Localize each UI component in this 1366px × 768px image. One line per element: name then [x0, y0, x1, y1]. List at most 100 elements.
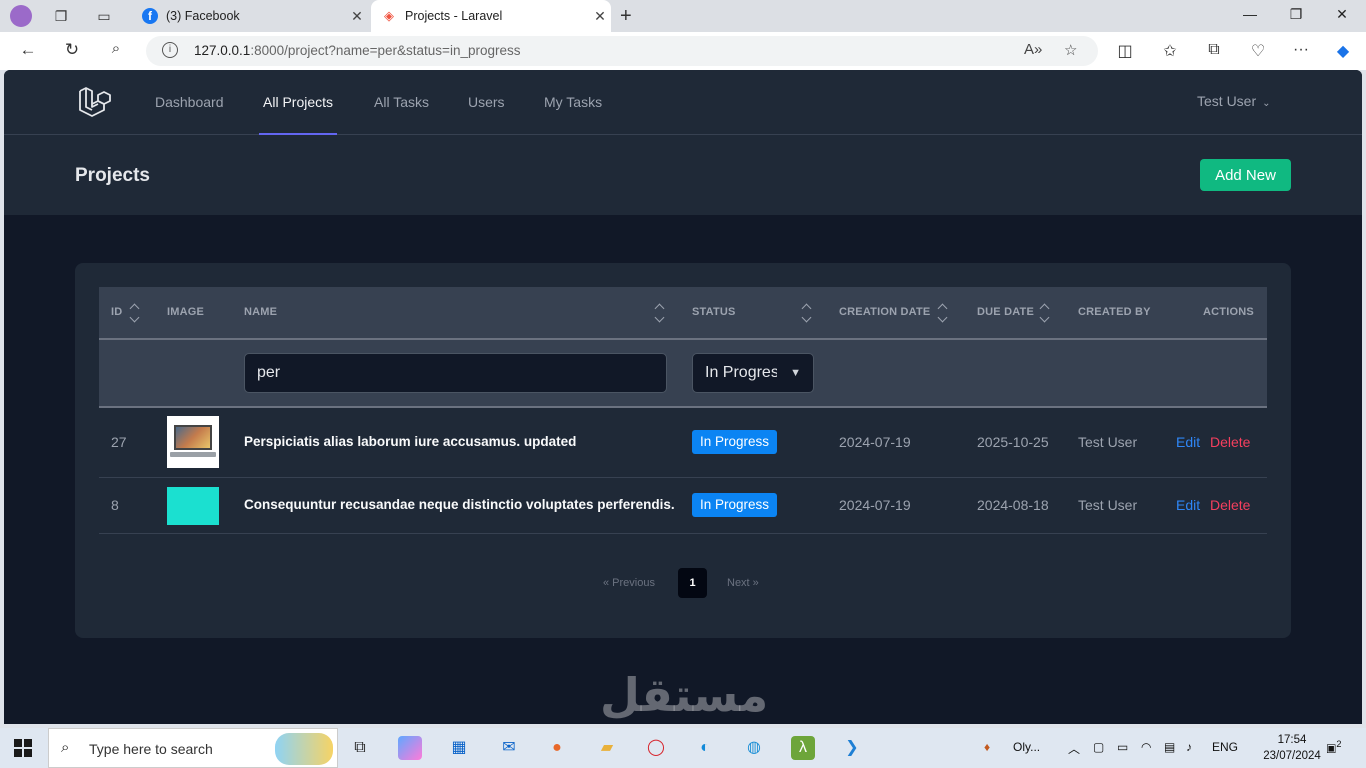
user-menu[interactable]: Test User ⌄ — [1197, 93, 1271, 109]
nav-users[interactable]: Users — [468, 94, 505, 110]
task-view-icon[interactable]: ⧉ — [348, 736, 372, 760]
wifi-icon[interactable]: ◠ — [1141, 740, 1151, 754]
read-aloud-icon[interactable]: A» — [1024, 41, 1042, 58]
top-navigation: Dashboard All Projects All Tasks Users M… — [4, 70, 1362, 135]
next-page-link[interactable]: Next » — [727, 577, 759, 589]
edit-link[interactable]: Edit — [1176, 434, 1200, 450]
status-badge: In Progress — [692, 430, 778, 454]
more-options-icon[interactable]: ··· — [1290, 41, 1312, 59]
meet-icon[interactable]: ▢ — [1093, 740, 1104, 754]
project-name-link[interactable]: Perspiciatis alias laborum iure accusamu… — [244, 434, 576, 449]
nav-my-tasks[interactable]: My Tasks — [544, 94, 602, 110]
nav-all-projects[interactable]: All Projects — [258, 94, 338, 135]
vscode-icon[interactable]: ❯ — [840, 736, 864, 760]
terminal-app-icon[interactable]: λ — [791, 736, 815, 760]
sort-icon[interactable] — [128, 302, 142, 324]
close-tab-icon[interactable]: ✕ — [346, 8, 368, 25]
page-header: Projects Add New — [4, 135, 1362, 215]
project-image — [167, 487, 219, 525]
edge-icon[interactable]: ◐ — [693, 736, 717, 760]
col-due-date[interactable]: DUE DATE — [977, 306, 1034, 318]
sort-icon[interactable] — [653, 302, 667, 324]
workspaces-icon[interactable]: ❐ — [52, 7, 70, 25]
clock-time: 17:54 — [1277, 734, 1307, 746]
name-filter-input[interactable] — [244, 353, 667, 393]
site-info-icon[interactable]: i — [162, 42, 178, 58]
status-filter-select[interactable]: In Progress ▼ — [692, 353, 814, 393]
projects-card: ID IMAGE NAME STATUS CREATION DATE DUE D… — [75, 263, 1291, 638]
copilot-icon[interactable]: ◆ — [1332, 41, 1354, 61]
previous-page-link[interactable]: « Previous — [603, 577, 655, 589]
app-tray-icon[interactable]: ♦ — [984, 740, 990, 754]
nav-all-tasks[interactable]: All Tasks — [374, 94, 429, 110]
chevron-down-icon: ▼ — [790, 367, 801, 379]
display-icon[interactable]: ▤ — [1164, 740, 1175, 754]
collections-icon[interactable]: ⧉ — [1203, 41, 1225, 59]
row-id: 8 — [111, 497, 119, 513]
back-icon[interactable]: ← — [16, 40, 40, 60]
row-id: 27 — [111, 434, 127, 450]
tray-app-label[interactable]: Oly... — [1013, 740, 1040, 754]
tab-title: (3) Facebook — [166, 9, 240, 23]
tab-projects[interactable]: ◈ Projects - Laravel ✕ — [371, 0, 611, 32]
delete-link[interactable]: Delete — [1210, 434, 1250, 450]
address-bar[interactable]: i 127.0.0.1:8000/project?name=per&status… — [146, 36, 1098, 66]
file-explorer-icon[interactable]: ▰ — [595, 736, 619, 760]
close-tab-icon[interactable]: ✕ — [589, 8, 611, 25]
browser-toolbar: ← ↻ ⌕ i 127.0.0.1:8000/project?name=per&… — [0, 32, 1366, 70]
add-new-button[interactable]: Add New — [1200, 159, 1291, 191]
copilot-taskbar-icon[interactable] — [398, 736, 422, 760]
col-id[interactable]: ID — [111, 306, 122, 318]
status-badge: In Progress — [692, 493, 778, 517]
windows-start-icon[interactable] — [14, 739, 32, 757]
battery-icon[interactable]: ▭ — [1117, 740, 1128, 754]
firefox-icon[interactable]: ● — [545, 736, 569, 760]
filter-row: In Progress ▼ — [99, 340, 1267, 408]
minimize-icon[interactable]: — — [1238, 6, 1262, 22]
restore-icon[interactable]: ❐ — [1284, 6, 1308, 23]
col-name[interactable]: NAME — [244, 306, 277, 318]
created-by: Test User — [1078, 497, 1138, 513]
chevron-up-icon[interactable]: ︿ — [1068, 740, 1080, 757]
search-placeholder: Type here to search — [89, 741, 213, 757]
refresh-icon[interactable]: ↻ — [60, 40, 84, 60]
sort-icon[interactable] — [1038, 302, 1052, 324]
app-viewport: Dashboard All Projects All Tasks Users M… — [4, 70, 1362, 724]
delete-link[interactable]: Delete — [1210, 497, 1250, 513]
favorite-star-icon[interactable]: ☆ — [1064, 41, 1077, 59]
table-row: 27 Perspiciatis alias laborum iure accus… — [99, 408, 1267, 478]
taskbar-search[interactable]: ⌕ Type here to search — [48, 728, 338, 768]
edit-link[interactable]: Edit — [1176, 497, 1200, 513]
notification-count: 2 — [1336, 739, 1342, 749]
col-creation-date[interactable]: CREATION DATE — [839, 306, 930, 318]
store-icon[interactable]: ▦ — [447, 736, 471, 760]
due-date: 2025-10-25 — [977, 434, 1049, 450]
clock[interactable]: 17:54 23/07/2024 — [1262, 732, 1322, 764]
favorites-icon[interactable]: ✩ — [1159, 41, 1181, 61]
creation-date: 2024-07-19 — [839, 497, 911, 513]
opera-icon[interactable]: ◯ — [644, 736, 668, 760]
volume-icon[interactable]: ♪ — [1186, 740, 1192, 754]
notifications-icon[interactable]: ▣2 — [1326, 739, 1342, 755]
search-icon[interactable]: ⌕ — [104, 40, 128, 57]
project-name-link[interactable]: Consequuntur recusandae neque distinctio… — [244, 497, 675, 512]
sort-icon[interactable] — [936, 302, 950, 324]
tab-actions-icon[interactable]: ▭ — [95, 7, 113, 25]
laravel-logo-icon[interactable] — [77, 85, 111, 119]
current-page-button[interactable]: 1 — [678, 568, 707, 598]
globe-icon[interactable]: ◍ — [742, 736, 766, 760]
browser-essentials-icon[interactable]: ♡ — [1247, 41, 1269, 61]
sort-icon[interactable] — [800, 302, 814, 324]
profile-avatar[interactable] — [10, 5, 32, 27]
mail-icon[interactable]: ✉ — [497, 736, 521, 760]
col-status[interactable]: STATUS — [692, 306, 736, 318]
facebook-icon: f — [142, 8, 158, 24]
close-window-icon[interactable]: ✕ — [1330, 6, 1354, 23]
language-indicator[interactable]: ENG — [1212, 740, 1238, 754]
new-tab-button[interactable]: + — [620, 5, 632, 28]
windows-taskbar: ⌕ Type here to search ⧉ ▦ ✉ ● ▰ ◯ ◐ ◍ λ … — [0, 728, 1366, 768]
tab-facebook[interactable]: f (3) Facebook ✕ — [132, 0, 368, 32]
nav-dashboard[interactable]: Dashboard — [155, 94, 224, 110]
chevron-down-icon: ⌄ — [1262, 98, 1271, 109]
split-screen-icon[interactable]: ◫ — [1114, 41, 1136, 61]
